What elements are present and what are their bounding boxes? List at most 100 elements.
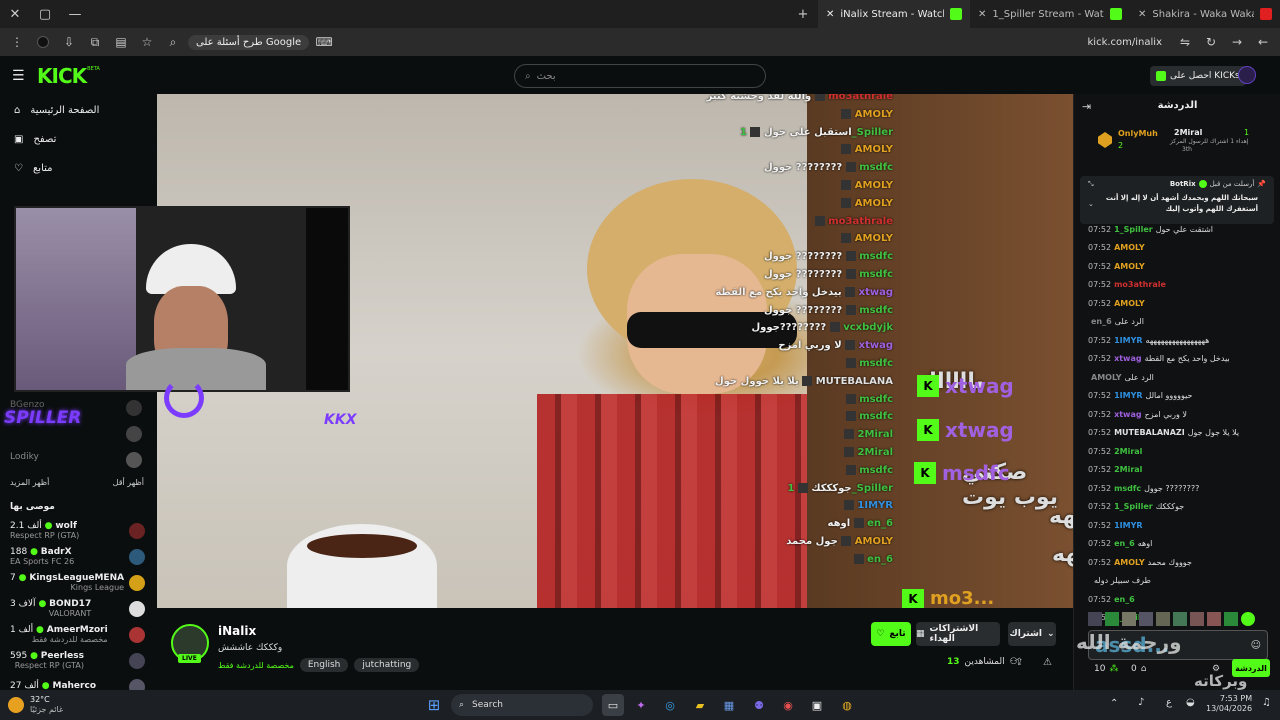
follow-button[interactable]: ♡ تابع: [871, 622, 911, 646]
reload-icon[interactable]: ↻: [1200, 31, 1222, 53]
emote[interactable]: [1241, 612, 1255, 626]
chat-username[interactable]: 1_Spiller: [1114, 502, 1153, 511]
recommended-channel[interactable]: 1 ألف ● AmeerMzori مخصصة للدردشة فقط: [0, 622, 157, 648]
chat-username[interactable]: AMOLY: [1114, 262, 1145, 271]
network-icon[interactable]: ◒: [1186, 697, 1195, 708]
chat-username[interactable]: 1IMYR: [1114, 336, 1142, 345]
category-link[interactable]: مخصصة للدردشة فقط: [218, 661, 294, 670]
chat-username[interactable]: en_6: [1114, 595, 1135, 604]
followed-avatar[interactable]: [126, 452, 142, 468]
maximize-window-icon[interactable]: ▢: [30, 0, 60, 28]
sidebar-item-home[interactable]: ⌂ الصفحة الرئيسية: [0, 96, 157, 125]
subscribe-button[interactable]: اشتراك ⌄: [1008, 622, 1056, 646]
translate-icon[interactable]: ⌨: [313, 31, 335, 53]
tab-shakira[interactable]: ✕ Shakira - Waka Waka (This Time: [1130, 0, 1280, 28]
show-hidden-icon[interactable]: ⌃: [1110, 698, 1118, 709]
chat-message[interactable]: 07:52 1IMYR: [1074, 516, 1280, 535]
report-icon[interactable]: ⚠: [1043, 657, 1052, 668]
url-text[interactable]: kick.com/inalix: [1088, 37, 1162, 48]
emote[interactable]: [1156, 612, 1170, 626]
chat-message[interactable]: 07:52 en_6 اوهه: [1074, 535, 1280, 554]
share-icon[interactable]: ⇪: [1015, 657, 1023, 668]
recommended-channel[interactable]: 3 آلاف ● BOND17 VALORANT: [0, 596, 157, 622]
emote[interactable]: [1173, 612, 1187, 626]
profile-icon[interactable]: [32, 31, 54, 53]
chat-username[interactable]: 2Miral: [1114, 447, 1142, 456]
followed-avatar[interactable]: [126, 426, 142, 442]
search-lens-icon[interactable]: ⌕: [162, 31, 184, 53]
chat-username[interactable]: MUTEBALANAZI: [1114, 428, 1185, 437]
chat-message[interactable]: 07:52 en_6: [1074, 590, 1280, 609]
windows-start-icon[interactable]: ⊞: [423, 694, 445, 716]
recommended-channel[interactable]: 595 ● Peerless Respect RP (GTA): [0, 648, 157, 674]
tab-close-icon[interactable]: ✕: [826, 9, 834, 20]
kicks-balance[interactable]: 0 ⌂: [1131, 664, 1146, 674]
file-explorer-icon[interactable]: ▰: [689, 694, 711, 716]
tag-english[interactable]: English: [299, 658, 349, 672]
chat-message[interactable]: 07:52 AMOLY: [1074, 239, 1280, 258]
edge-icon[interactable]: ◎: [659, 694, 681, 716]
chat-message[interactable]: AMOLY الرد على: [1074, 368, 1280, 387]
expand-pinned-icon[interactable]: ⌄: [1088, 200, 1094, 208]
chat-message[interactable]: 07:52 msdfc جوول ????????: [1074, 479, 1280, 498]
minimize-window-icon[interactable]: —: [60, 0, 90, 28]
chat-message[interactable]: 07:52 AMOLY جوووك محمد: [1074, 553, 1280, 572]
weather-widget[interactable]: 32°C غائم جزئيًا: [8, 693, 138, 717]
show-less-button[interactable]: أظهر أقل: [113, 478, 144, 487]
emote[interactable]: [1105, 612, 1119, 626]
chat-username[interactable]: en_6: [1114, 539, 1135, 548]
chat-message[interactable]: 07:52 xtwag بيدخل واحد يكح مع القطة: [1074, 350, 1280, 369]
tab-inalix[interactable]: ✕ iNalix Stream - Watch Live o: [818, 0, 970, 28]
app-icon[interactable]: ◉: [777, 694, 799, 716]
emote[interactable]: [1122, 612, 1136, 626]
tab-spiller[interactable]: ✕ 1_Spiller Stream - Watch Live o: [970, 0, 1130, 28]
emote[interactable]: [1224, 612, 1238, 626]
get-kicks-button[interactable]: احصل على KICKs: [1150, 66, 1246, 86]
close-window-icon[interactable]: ✕: [0, 0, 30, 28]
channel-points[interactable]: 10 ⁂: [1094, 664, 1118, 674]
unpin-icon[interactable]: ⤡: [1088, 180, 1094, 189]
bookmark-star-icon[interactable]: ☆: [136, 31, 158, 53]
mic-icon[interactable]: ♪: [1138, 697, 1144, 708]
chrome-icon[interactable]: ◍: [836, 694, 858, 716]
followed-avatar[interactable]: [126, 400, 142, 416]
send-chat-button[interactable]: الدردشة: [1232, 659, 1270, 677]
chat-username[interactable]: en_6: [1091, 317, 1112, 326]
tab-close-icon[interactable]: ✕: [1138, 9, 1146, 20]
chat-username[interactable]: xtwag: [1114, 410, 1142, 419]
tab-close-icon[interactable]: ✕: [978, 9, 986, 20]
emoji-icon[interactable]: ☺: [1251, 640, 1261, 651]
notification-bell-icon[interactable]: ♫: [1262, 697, 1271, 708]
tag-justchatting[interactable]: jutchatting: [354, 658, 420, 672]
user-avatar[interactable]: [1238, 66, 1256, 84]
clock[interactable]: 7:53 PM 13/04/2026: [1206, 694, 1252, 715]
teams-icon[interactable]: ⚉: [748, 694, 770, 716]
search-input[interactable]: بحث: [537, 71, 556, 82]
leader-name[interactable]: OnlyMuh: [1118, 129, 1158, 138]
site-settings-icon[interactable]: ⇋: [1174, 31, 1196, 53]
hamburger-menu-icon[interactable]: ☰: [12, 68, 25, 84]
recommended-channel[interactable]: 7 ● KingsLeagueMENA Kings League: [0, 570, 157, 596]
channel-name[interactable]: iNalix: [218, 624, 256, 638]
show-more-button[interactable]: أظهر المزيد: [10, 478, 49, 487]
chat-username[interactable]: 1IMYR: [1114, 391, 1142, 400]
recommended-channel[interactable]: 188 ● BadrX EA Sports FC 26: [0, 544, 157, 570]
kick-logo[interactable]: KICK: [37, 64, 87, 88]
store-icon[interactable]: ▦: [718, 694, 740, 716]
chat-message[interactable]: 07:52 xtwag لا وربي امزح: [1074, 405, 1280, 424]
emote[interactable]: [1190, 612, 1204, 626]
chat-username[interactable]: AMOLY: [1091, 373, 1122, 382]
copilot-icon[interactable]: ✦: [630, 694, 652, 716]
taskbar-search[interactable]: ⌕ Search: [451, 694, 593, 716]
chat-message[interactable]: en_6 الرد على: [1074, 313, 1280, 332]
gift-subs-button[interactable]: ▦ الاشتراكات الهداء: [916, 622, 1000, 646]
chat-username[interactable]: AMOLY: [1114, 299, 1145, 308]
chat-message[interactable]: 07:52 2Miral: [1074, 461, 1280, 480]
chat-message[interactable]: 07:52 1_Spiller اشتقت علي حول: [1074, 220, 1280, 239]
chat-username[interactable]: AMOLY: [1114, 558, 1145, 567]
chat-message[interactable]: 07:52 1_Spiller جوكككك: [1074, 498, 1280, 517]
sidebar-item-browse[interactable]: ▣ تصفح: [0, 125, 157, 154]
search-bar[interactable]: ⌕ بحث: [514, 64, 766, 88]
emote[interactable]: [1207, 612, 1221, 626]
language-indicator[interactable]: ع: [1166, 697, 1172, 708]
